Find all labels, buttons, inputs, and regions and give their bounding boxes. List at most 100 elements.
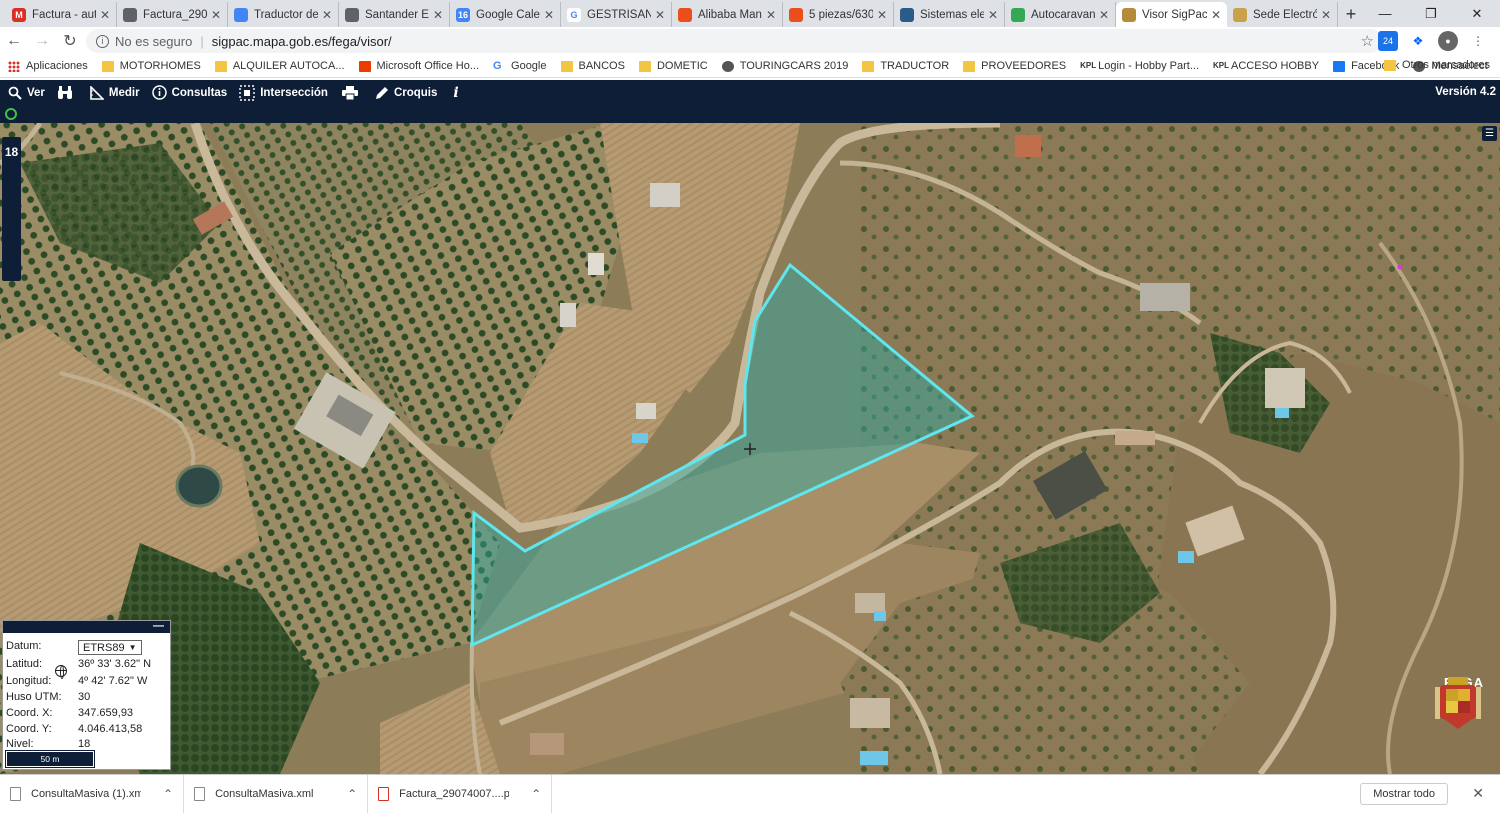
extension-icons: 24 ❖ ● ⋮: [1378, 31, 1488, 51]
reload-icon[interactable]: ↻: [56, 27, 84, 55]
close-icon[interactable]: ✕: [1454, 0, 1500, 27]
tab-8[interactable]: Sistemas elect ✕: [894, 2, 1005, 27]
tab-11[interactable]: Sede Electróni ✕: [1227, 2, 1338, 27]
tab-7[interactable]: 5 piezas/6308 ✕: [783, 2, 894, 27]
sigpac-toolbar: Ver Medir Consultas Intersección Croquis: [0, 80, 1500, 105]
bookmark-star-icon[interactable]: ☆: [1361, 32, 1374, 50]
info-icon[interactable]: i: [96, 34, 109, 48]
url-text[interactable]: sigpac.mapa.gob.es/fega/visor/: [212, 34, 392, 49]
ver-label: Ver: [27, 86, 45, 99]
bookmark-8[interactable]: TRADUCTOR: [862, 60, 949, 72]
tab-close-icon[interactable]: ✕: [988, 8, 998, 22]
chevron-up-icon[interactable]: ⌃: [531, 787, 541, 801]
forward-icon[interactable]: →: [28, 27, 56, 55]
latitud-label: Latitud:: [6, 658, 43, 670]
new-tab-button[interactable]: +: [1338, 2, 1364, 27]
profile-avatar[interactable]: ●: [1438, 31, 1458, 51]
info-circle-icon: [151, 85, 167, 100]
security-label: No es seguro: [115, 33, 193, 49]
close-downloads-icon[interactable]: ✕: [1472, 785, 1484, 802]
other-bookmarks[interactable]: Otros marcadores: [1383, 59, 1490, 71]
omnibox[interactable]: i No es seguro | sigpac.mapa.gob.es/fega…: [86, 29, 1382, 53]
map-view[interactable]: 18 ☰ — Datum: ETRS89 ▼ Latitud: 36º 33' 3…: [0, 123, 1500, 774]
tab-close-icon[interactable]: ✕: [766, 8, 776, 22]
bookmark-label: Aplicaciones: [26, 60, 88, 72]
consultas-button[interactable]: Consultas: [151, 85, 228, 100]
bookmark-7[interactable]: TOURINGCARS 2019: [721, 60, 848, 72]
bookmark-2[interactable]: ALQUILER AUTOCA...: [214, 60, 345, 72]
tab-9[interactable]: Autocaravanas ✕: [1005, 2, 1116, 27]
tab-close-icon[interactable]: ✕: [1211, 8, 1221, 22]
medir-button[interactable]: Medir: [90, 85, 140, 100]
bookmark-10[interactable]: KPL Login - Hobby Part...: [1080, 60, 1199, 72]
print-button[interactable]: [341, 85, 363, 100]
tab-close-icon[interactable]: ✕: [544, 8, 554, 22]
maps-pin-icon: [1011, 7, 1025, 22]
tab-4[interactable]: 16 Google Calend ✕: [450, 2, 561, 27]
tab-3[interactable]: Santander Em ✕: [339, 2, 450, 27]
layers-menu-icon[interactable]: ☰: [1482, 126, 1497, 141]
tab-title: Visor SigPac V: [1142, 8, 1207, 21]
interseccion-button[interactable]: Intersección: [239, 84, 328, 101]
tab-close-icon[interactable]: ✕: [1321, 8, 1331, 22]
menu-dots-icon[interactable]: ⋮: [1468, 31, 1488, 51]
folder-icon: [560, 60, 573, 72]
consultas-label: Consultas: [171, 86, 228, 99]
chevron-up-icon[interactable]: ⌃: [163, 787, 173, 801]
scale-bar: 50 m: [5, 750, 95, 768]
bookmark-label: Google: [511, 60, 547, 72]
bookmark-6[interactable]: DOMETIC: [638, 60, 708, 72]
tab-close-icon[interactable]: ✕: [877, 8, 887, 22]
tab-5[interactable]: G GESTRISAN - B ✕: [561, 2, 672, 27]
minimize-panel-icon[interactable]: —: [153, 621, 164, 632]
restore-icon[interactable]: ❐: [1408, 0, 1454, 27]
show-all-button[interactable]: Mostrar todo: [1360, 783, 1448, 805]
download-item-1[interactable]: ConsultaMasiva.xml ⌃: [184, 774, 369, 813]
extension-dropbox-icon[interactable]: ❖: [1408, 31, 1428, 51]
folder-icon: [638, 60, 651, 72]
tab-1[interactable]: Factura_29074 ✕: [117, 2, 228, 27]
bookmark-label: ALQUILER AUTOCA...: [232, 60, 345, 72]
version-label: Versión 4.2: [1435, 86, 1496, 98]
tab-close-icon[interactable]: ✕: [322, 8, 332, 22]
file-icon: [194, 786, 206, 801]
back-icon[interactable]: ←: [0, 27, 28, 55]
download-filename: ConsultaMasiva.xml: [215, 787, 314, 800]
tab-2[interactable]: Traductor de G ✕: [228, 2, 339, 27]
pdf-file-icon: [378, 786, 390, 801]
nivel-label: Nivel:: [6, 738, 34, 750]
datum-select[interactable]: ETRS89 ▼: [78, 640, 142, 655]
croquis-button[interactable]: Croquis: [375, 86, 437, 100]
zoom-level-panel[interactable]: 18: [2, 137, 21, 281]
ver-button[interactable]: Ver: [8, 86, 45, 100]
download-item-0[interactable]: ConsultaMasiva (1).xml ⌃: [0, 774, 185, 813]
binoculars-button[interactable]: [57, 85, 78, 100]
aerial-imagery[interactable]: [0, 123, 1500, 774]
tab-6[interactable]: Alibaba Manuf ✕: [672, 2, 783, 27]
extension-calendar-icon[interactable]: 24: [1378, 31, 1398, 51]
bookmark-11[interactable]: KPL ACCESO HOBBY: [1213, 60, 1319, 72]
zoom-level-label: 18: [4, 145, 19, 159]
bookmark-4[interactable]: G Google: [493, 60, 546, 72]
bookmark-0[interactable]: Aplicaciones: [8, 60, 88, 72]
tab-close-icon[interactable]: ✕: [655, 8, 665, 22]
chevron-up-icon[interactable]: ⌃: [347, 787, 357, 801]
tab-close-icon[interactable]: ✕: [211, 8, 221, 22]
tab-close-icon[interactable]: ✕: [100, 8, 110, 22]
tab-title: Sede Electróni: [1253, 8, 1317, 21]
info-button[interactable]: i: [453, 85, 458, 101]
window-controls: — ❐ ✕: [1362, 0, 1500, 27]
bookmark-5[interactable]: BANCOS: [560, 60, 625, 72]
tab-close-icon[interactable]: ✕: [433, 8, 443, 22]
tab-0[interactable]: M Factura - autor ✕: [6, 2, 117, 27]
bookmark-9[interactable]: PROVEEDORES: [963, 60, 1066, 72]
minimize-icon[interactable]: —: [1362, 0, 1408, 27]
bookmark-1[interactable]: MOTORHOMES: [101, 60, 201, 72]
download-item-2[interactable]: Factura_29074007....pdf ⌃: [368, 774, 553, 813]
tab-title: Factura_29074: [143, 8, 207, 21]
tab-close-icon[interactable]: ✕: [1099, 8, 1109, 22]
status-indicator-icon: [5, 108, 17, 120]
tab-10[interactable]: Visor SigPac V ✕: [1116, 2, 1227, 27]
fb-icon: [1333, 60, 1346, 72]
bookmark-3[interactable]: Microsoft Office Ho...: [358, 60, 479, 72]
